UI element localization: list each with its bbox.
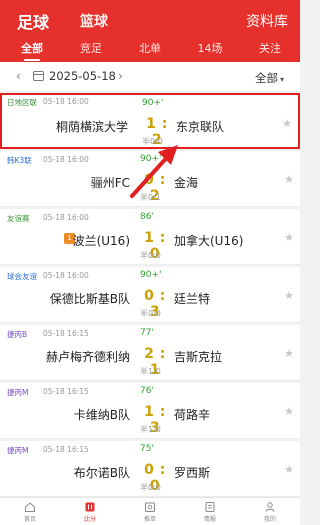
match-time: 05-18 16:15	[43, 329, 89, 338]
league-name: 球会友谊	[7, 272, 37, 281]
home-team: 布尔诺B队	[73, 466, 130, 480]
match-time: 05-18 16:15	[43, 445, 89, 454]
match-row[interactable]: 友谊赛 05-18 16:00 86' 1 波兰(U16) 1 : 0 加拿大(…	[0, 209, 300, 265]
away-team: 吉斯克拉	[174, 350, 223, 364]
home-team: 赫卢梅齐德利纳	[45, 350, 130, 364]
home-team: 骊州FC	[90, 176, 130, 190]
nav-intel[interactable]: 情报	[180, 501, 240, 523]
nav-profile[interactable]: 我的	[240, 501, 300, 523]
home-team: 桐荫横滨大学	[55, 120, 128, 134]
league-filter-dropdown[interactable]: 全部 ▾	[255, 70, 284, 86]
library-button[interactable]: 资料库	[246, 11, 288, 31]
date-bar: ‹ 2025-05-18 › 全部 ▾	[0, 62, 300, 92]
half-time-score: 半0:0	[142, 137, 163, 146]
tab-jingzu[interactable]: 竞足	[61, 40, 121, 56]
away-team: 金海	[174, 176, 199, 190]
calendar-icon[interactable]	[33, 71, 44, 81]
star-icon[interactable]: ★	[284, 347, 294, 360]
league-name: 日地区联	[7, 98, 37, 107]
match-minute: 90+'	[142, 98, 164, 108]
match-time: 05-18 16:00	[43, 271, 89, 280]
away-team: 荷路辛	[174, 408, 211, 422]
tab-all[interactable]: 全部	[2, 40, 62, 61]
league-name: 捷丙B	[7, 330, 28, 339]
tab-label: 14场	[197, 42, 223, 55]
nav-label: 比分	[83, 516, 96, 523]
star-icon[interactable]: ★	[284, 173, 294, 186]
match-row[interactable]: 韩K3联 05-18 16:00 90+' 骊州FC 0 : 2 金海 半0:1…	[0, 151, 300, 207]
away-team: 东京联队	[176, 120, 225, 134]
match-minute: 76'	[140, 386, 154, 396]
home-team: 卡维纳B队	[73, 408, 130, 422]
match-time: 05-18 16:00	[43, 97, 89, 106]
tab-14[interactable]: 14场	[180, 40, 240, 56]
star-icon[interactable]: ★	[282, 117, 292, 130]
star-icon[interactable]: ★	[284, 231, 294, 244]
match-row[interactable]: 捷丙B 05-18 16:15 77' 赫卢梅齐德利纳 2 : 1 吉斯克拉 半…	[0, 325, 300, 381]
profile-icon	[265, 502, 275, 512]
star-icon[interactable]: ★	[284, 405, 294, 418]
match-time: 05-18 16:00	[43, 213, 89, 222]
tab-label: 关注	[259, 42, 281, 55]
nav-label: 推单	[143, 516, 156, 523]
match-minute: 90+'	[140, 154, 162, 164]
intel-icon	[205, 502, 215, 512]
recommend-icon	[145, 502, 155, 512]
home-team: 保德比斯基B队	[49, 292, 130, 306]
half-time-score: 半0:0	[140, 309, 161, 318]
tab-label: 全部	[21, 42, 43, 55]
nav-recommend[interactable]: 推单	[120, 501, 180, 523]
star-icon[interactable]: ★	[284, 289, 294, 302]
current-date[interactable]: 2025-05-18	[49, 69, 116, 83]
nav-label: 情报	[203, 516, 216, 523]
match-time: 05-18 16:15	[43, 387, 89, 396]
bottom-nav: 首页 比分 推单 情报 我的	[0, 497, 300, 525]
home-team: 波兰(U16)	[72, 234, 130, 248]
match-minute: 75'	[140, 444, 154, 454]
match-minute: 77'	[140, 328, 154, 338]
half-time-score: 半0:1	[140, 193, 161, 202]
match-minute: 86'	[140, 212, 154, 222]
half-time-score: 半1:0	[140, 425, 161, 434]
match-row[interactable]: 捷丙M 05-18 16:15 76' 卡维纳B队 1 : 3 荷路辛 半1:0…	[0, 383, 300, 439]
top-bar: 足球 篮球 资料库 全部 竞足 北单 14场 关注	[0, 0, 300, 62]
league-name: 捷丙M	[7, 388, 29, 397]
score-icon	[85, 502, 95, 512]
star-icon[interactable]: ★	[284, 463, 294, 476]
match-time: 05-18 16:00	[43, 155, 89, 164]
match-row[interactable]: 日地区联 05-18 16:00 90+' 桐荫横滨大学 1 : 2 东京联队 …	[0, 93, 300, 149]
away-team: 罗西斯	[174, 466, 211, 480]
half-time-score: 半0:0	[140, 251, 161, 260]
nav-label: 我的	[263, 516, 276, 523]
chevron-right-icon[interactable]: ›	[118, 69, 123, 83]
tab-label: 竞足	[80, 42, 102, 55]
tab-active-indicator	[24, 59, 40, 61]
sport-tab-basketball[interactable]: 篮球	[80, 11, 108, 31]
match-row[interactable]: 球会友谊 05-18 16:00 90+' 保德比斯基B队 0 : 3 廷兰特 …	[0, 267, 300, 323]
league-name: 友谊赛	[7, 214, 30, 223]
tab-beidan[interactable]: 北单	[120, 40, 180, 56]
league-name: 捷丙M	[7, 446, 29, 455]
away-team: 廷兰特	[174, 292, 211, 306]
filter-tabs: 全部 竞足 北单 14场 关注	[0, 40, 300, 62]
chevron-left-icon[interactable]: ‹	[16, 69, 21, 83]
nav-score[interactable]: 比分	[60, 501, 120, 523]
match-row[interactable]: 捷丙M 05-18 16:15 75' 布尔诺B队 0 : 0 罗西斯 半0:0…	[0, 441, 300, 497]
tab-label: 北单	[139, 42, 161, 55]
league-name: 韩K3联	[7, 156, 32, 165]
sport-tab-football[interactable]: 足球	[17, 9, 49, 33]
match-minute: 90+'	[140, 270, 162, 280]
half-time-score: 半0:0	[140, 483, 161, 492]
chevron-down-icon: ▾	[279, 75, 284, 84]
tab-follow[interactable]: 关注	[240, 40, 300, 56]
away-team: 加拿大(U16)	[174, 234, 244, 248]
home-icon	[25, 502, 35, 512]
nav-home[interactable]: 首页	[0, 501, 60, 523]
half-time-score: 半1:0	[140, 367, 161, 376]
nav-label: 首页	[23, 516, 36, 523]
filter-label: 全部	[254, 71, 278, 85]
